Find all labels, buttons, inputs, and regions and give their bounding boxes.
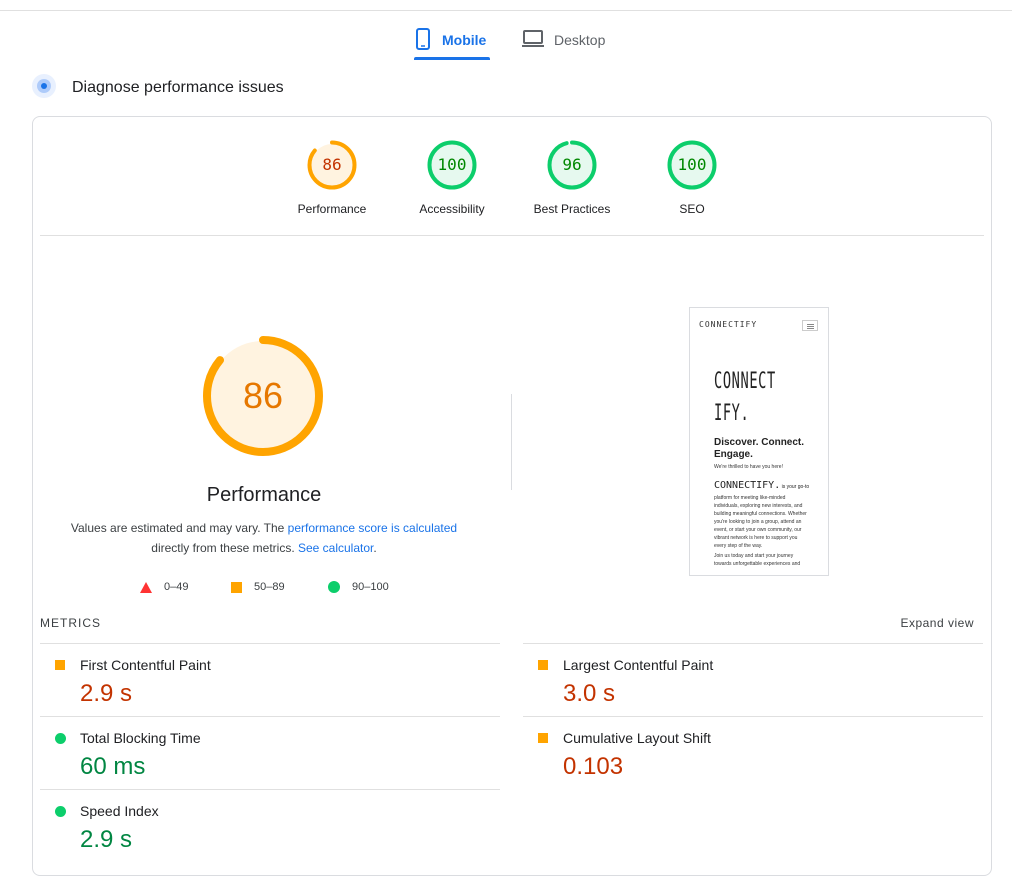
- diagnose-header: Diagnose performance issues: [32, 73, 284, 103]
- expand-view-button[interactable]: Expand view: [880, 616, 974, 630]
- gauge-ring: 96: [547, 140, 597, 190]
- gauge-label: SEO: [679, 202, 705, 216]
- metric-name: First Contentful Paint: [80, 657, 211, 673]
- metric-value: 3.0 s: [563, 680, 616, 707]
- active-tab-indicator: [414, 57, 490, 60]
- metric-largest-contentful-paint: Largest Contentful Paint 3.0 s: [523, 643, 983, 716]
- tab-desktop[interactable]: Desktop: [522, 20, 622, 60]
- metric-name: Total Blocking Time: [80, 730, 201, 746]
- performance-title: Performance: [206, 484, 322, 506]
- gauge-score: 86: [322, 155, 342, 174]
- tab-mobile[interactable]: Mobile: [414, 20, 490, 60]
- legend-fail-label: 0–49: [164, 581, 189, 593]
- metric-cumulative-layout-shift: Cumulative Layout Shift 0.103: [523, 716, 983, 789]
- metrics-heading: METRICS: [40, 616, 101, 630]
- top-divider: [0, 10, 1012, 11]
- gauge-score: 100: [437, 155, 467, 174]
- note-mid: directly from these metrics.: [151, 541, 298, 555]
- pass-circle-icon: [55, 806, 66, 817]
- tab-desktop-label: Desktop: [554, 32, 606, 48]
- metric-speed-index: Speed Index 2.9 s: [40, 789, 500, 862]
- screenshot-paragraph-2: Join us today and start your journey tow…: [714, 553, 801, 567]
- device-tabs: Mobile Desktop: [0, 20, 1012, 60]
- lighthouse-icon: [32, 73, 56, 103]
- note-suffix: .: [373, 541, 377, 555]
- screenshot-brand-rest: is your go-to: [780, 484, 810, 490]
- phone-icon: [414, 27, 432, 53]
- performance-score: 86: [242, 375, 284, 416]
- see-calculator-link[interactable]: See calculator: [298, 541, 373, 555]
- note-prefix: Values are estimated and may vary. The: [70, 521, 288, 535]
- legend-pass-label: 90–100: [352, 581, 389, 593]
- screenshot-logo: CONNECTIFY: [699, 320, 758, 329]
- gauge-score: 96: [562, 155, 582, 174]
- hamburger-icon: [802, 320, 818, 331]
- page-screenshot[interactable]: CONNECTIFY CONNECT IFY. Discover. Connec…: [689, 307, 829, 576]
- metric-name: Largest Contentful Paint: [563, 657, 714, 673]
- screenshot-brand-line: CONNECTIFY. is your go-to: [714, 480, 809, 491]
- vertical-divider: [511, 394, 512, 490]
- metric-value: 2.9 s: [80, 826, 133, 853]
- legend-average: 50–89: [231, 578, 285, 596]
- metric-total-blocking-time: Total Blocking Time 60 ms: [40, 716, 500, 789]
- performance-note: Values are estimated and may vary. The p…: [60, 518, 468, 558]
- legend-average-label: 50–89: [254, 581, 285, 593]
- summary-gauge-best-practices[interactable]: 96 Best Practices: [517, 140, 627, 216]
- gauge-label: Best Practices: [533, 202, 611, 216]
- gauge-label: Performance: [297, 202, 367, 216]
- average-square-icon: [538, 660, 548, 670]
- summary-gauge-accessibility[interactable]: 100 Accessibility: [397, 140, 507, 216]
- average-square-icon: [538, 733, 548, 743]
- pass-circle-icon: [55, 733, 66, 744]
- gauge-ring: 100: [427, 140, 477, 190]
- triangle-icon: [140, 581, 152, 593]
- legend-fail: 0–49: [140, 578, 188, 596]
- metric-value: 0.103: [563, 753, 624, 780]
- average-square-icon: [55, 660, 65, 670]
- screenshot-brand: CONNECTIFY.: [714, 480, 781, 491]
- screenshot-headline: CONNECT IFY.: [714, 369, 776, 426]
- metric-name: Cumulative Layout Shift: [563, 730, 711, 746]
- score-calculated-link[interactable]: performance score is calculated: [288, 521, 457, 535]
- legend-pass: 90–100: [328, 578, 389, 596]
- metric-value: 60 ms: [80, 753, 146, 780]
- gauge-ring: 100: [667, 140, 717, 190]
- diagnose-title: Diagnose performance issues: [72, 79, 284, 96]
- laptop-icon: [522, 29, 544, 51]
- summary-gauge-seo[interactable]: 100 SEO: [637, 140, 747, 216]
- tab-mobile-label: Mobile: [442, 32, 487, 48]
- metric-first-contentful-paint: First Contentful Paint 2.9 s: [40, 643, 500, 716]
- gauge-ring: 86: [307, 140, 357, 190]
- summary-gauge-performance[interactable]: 86 Performance: [277, 140, 387, 216]
- screenshot-tagline: We're thrilled to have you here!: [714, 464, 783, 470]
- circle-icon: [328, 581, 340, 593]
- gauge-score: 100: [677, 155, 707, 174]
- metric-name: Speed Index: [80, 803, 159, 819]
- screenshot-paragraph: platform for meeting like-minded individ…: [714, 495, 807, 549]
- metric-value: 2.9 s: [80, 680, 133, 707]
- screenshot-subhead: Discover. Connect. Engage.: [714, 437, 805, 460]
- square-icon: [231, 581, 242, 593]
- gauge-label: Accessibility: [419, 202, 485, 216]
- summary-divider: [40, 235, 984, 236]
